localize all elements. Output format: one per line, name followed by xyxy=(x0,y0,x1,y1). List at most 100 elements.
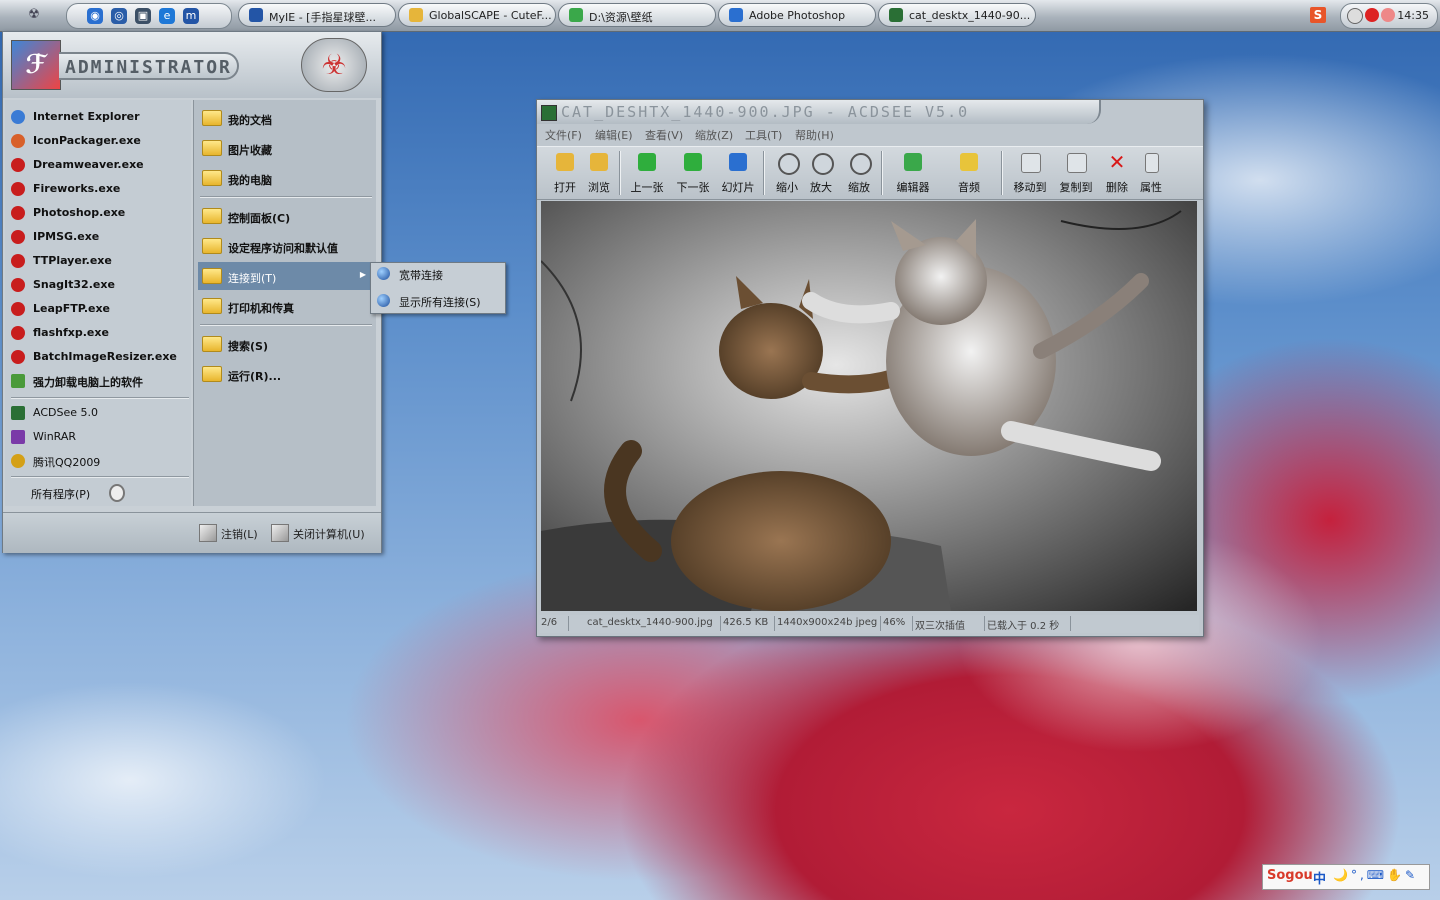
editor-button[interactable]: 编辑器 xyxy=(893,151,933,195)
separator xyxy=(11,476,189,478)
app-icon xyxy=(11,278,25,292)
menu-item-connect-to[interactable]: 连接到(T) ▶ xyxy=(198,262,370,290)
menu-file[interactable]: 文件(F) xyxy=(545,127,582,143)
taskbar-window-label: cat_desktx_1440-90... xyxy=(909,9,1031,22)
power-icon xyxy=(271,524,289,542)
start-menu-footer: 注销(L) 关闭计算机(U) xyxy=(3,512,381,553)
acdsee-window: CAT_DESHTX_1440-900.JPG - ACDSEE V5.0 文件… xyxy=(536,99,1204,637)
acdsee-icon xyxy=(11,406,25,420)
ime-mode-toggle[interactable]: 中 xyxy=(1313,868,1326,887)
system-tray: 14:35 xyxy=(1340,3,1438,29)
desktop-icon[interactable]: ▣ xyxy=(135,8,151,24)
app-icon xyxy=(11,254,25,268)
menu-item-uninstaller[interactable]: 强力卸载电脑上的软件 xyxy=(11,370,191,392)
menu-item-photoshop[interactable]: Photoshop.exe xyxy=(11,202,191,224)
menu-help[interactable]: 帮助(H) xyxy=(795,127,834,143)
menu-item-my-pictures[interactable]: 图片收藏 xyxy=(198,134,370,162)
menu-item-run[interactable]: 运行(R)... xyxy=(198,360,370,388)
all-programs-button[interactable]: 所有程序(P) xyxy=(31,482,211,504)
folder-icon xyxy=(202,336,222,352)
slideshow-button[interactable]: 幻灯片 xyxy=(720,151,756,195)
menu-item-winrar[interactable]: WinRAR xyxy=(11,426,191,448)
start-menu-header: ℱ ADMINISTRATOR ☣ xyxy=(3,32,381,98)
menu-item-control-panel[interactable]: 控制面板(C) xyxy=(198,202,370,230)
menu-item-program-defaults[interactable]: 设定程序访问和默认值 xyxy=(198,232,370,260)
menu-item-printers[interactable]: 打印机和传真 xyxy=(198,292,370,320)
copy-to-button[interactable]: 复制到 xyxy=(1055,151,1097,195)
open-button[interactable]: 打开 xyxy=(547,151,583,195)
myie-icon[interactable]: m xyxy=(183,8,199,24)
menu-item-my-computer[interactable]: 我的电脑 xyxy=(198,164,370,192)
globe-icon[interactable]: ◎ xyxy=(111,8,127,24)
volume-icon[interactable] xyxy=(1347,8,1363,24)
taskbar-window-cuteftp[interactable]: GlobalSCAPE - CuteF... xyxy=(398,3,556,27)
ime-toolbar[interactable]: Sogou 中 🌙°,⌨✋✎ xyxy=(1262,864,1430,890)
taskbar-window-label: MyIE - [手指星球壁... xyxy=(269,11,376,24)
browser-icon[interactable]: ◉ xyxy=(87,8,103,24)
menu-edit[interactable]: 编辑(E) xyxy=(595,127,633,143)
zoom-button[interactable]: 缩放 xyxy=(841,151,877,195)
folder-icon xyxy=(202,268,222,284)
zoom-in-button[interactable]: 放大 xyxy=(803,151,839,195)
qq-icon[interactable] xyxy=(1381,8,1395,22)
menu-item-my-documents[interactable]: 我的文档 xyxy=(198,104,370,132)
menu-item-batchimageresizer[interactable]: BatchImageResizer.exe xyxy=(11,346,191,368)
image-viewer[interactable] xyxy=(541,201,1197,611)
user-avatar[interactable]: ℱ xyxy=(11,40,61,90)
separator xyxy=(619,151,621,195)
separator xyxy=(200,324,372,326)
next-button[interactable]: 下一张 xyxy=(675,151,711,195)
menu-item-dreamweaver[interactable]: Dreamweaver.exe xyxy=(11,154,191,176)
folder-icon xyxy=(202,170,222,186)
menu-zoom[interactable]: 缩放(Z) xyxy=(695,127,733,143)
taskbar-window-myie[interactable]: MyIE - [手指星球壁... xyxy=(238,3,396,27)
zoom-out-button[interactable]: 缩小 xyxy=(769,151,805,195)
taskbar-window-acdsee[interactable]: cat_desktx_1440-90... xyxy=(878,3,1036,27)
menu-view[interactable]: 查看(V) xyxy=(645,127,683,143)
status-index: 2/6 xyxy=(539,616,569,631)
taskbar-window-photoshop[interactable]: Adobe Photoshop xyxy=(718,3,876,27)
title-bar[interactable]: CAT_DESHTX_1440-900.JPG - ACDSEE V5.0 xyxy=(537,100,1101,124)
places-panel: 我的文档 图片收藏 我的电脑 控制面板(C) 设定程序访问和默认值 连接到(T)… xyxy=(193,100,376,506)
status-load-time: 已载入于 0.2 秒 xyxy=(985,616,1071,632)
menu-tools[interactable]: 工具(T) xyxy=(745,127,782,143)
properties-button[interactable]: 属性 xyxy=(1133,151,1169,195)
taskbar-window-folder[interactable]: D:\资源\壁纸 xyxy=(558,3,716,27)
zoom-icon xyxy=(850,153,872,175)
sogou-tray-icon[interactable]: S xyxy=(1310,7,1326,23)
menu-item-search[interactable]: 搜索(S) xyxy=(198,330,370,358)
previous-button[interactable]: 上一张 xyxy=(629,151,665,195)
folder-icon xyxy=(202,238,222,254)
browse-button[interactable]: 浏览 xyxy=(581,151,617,195)
menu-item-acdsee[interactable]: ACDSee 5.0 xyxy=(11,402,191,424)
menu-item-leapftp[interactable]: LeapFTP.exe xyxy=(11,298,191,320)
menu-item-iconpackager[interactable]: IconPackager.exe xyxy=(11,130,191,152)
separator xyxy=(200,196,372,198)
menu-item-show-all-connections[interactable]: 显示所有连接(S) xyxy=(373,290,503,312)
window-title: CAT_DESHTX_1440-900.JPG - ACDSEE V5.0 xyxy=(561,103,970,121)
qq-icon xyxy=(11,454,25,468)
start-button[interactable]: ☢ xyxy=(22,7,46,23)
arrow-right-icon xyxy=(684,153,702,171)
qq-icon[interactable] xyxy=(1365,8,1379,22)
move-to-button[interactable]: 移动到 xyxy=(1009,151,1051,195)
delete-button[interactable]: ✕ 删除 xyxy=(1099,151,1135,195)
pinned-programs: Internet Explorer IconPackager.exe Dream… xyxy=(5,100,191,506)
menu-item-ttplayer[interactable]: TTPlayer.exe xyxy=(11,250,191,272)
menu-item-internet-explorer[interactable]: Internet Explorer xyxy=(11,106,191,128)
folder-icon xyxy=(569,8,583,22)
logoff-icon xyxy=(199,524,217,542)
zoom-in-icon xyxy=(812,153,834,175)
folder-icon xyxy=(202,366,222,382)
audio-button[interactable]: 音频 xyxy=(951,151,987,195)
menu-item-snagit[interactable]: SnagIt32.exe xyxy=(11,274,191,296)
menu-item-ipmsg[interactable]: IPMSG.exe xyxy=(11,226,191,248)
ime-tools[interactable]: 🌙°,⌨✋✎ xyxy=(1333,868,1418,882)
folder-icon xyxy=(202,298,222,314)
menu-item-broadband[interactable]: 宽带连接 xyxy=(373,263,503,285)
menu-item-fireworks[interactable]: Fireworks.exe xyxy=(11,178,191,200)
menu-item-qq[interactable]: 腾讯QQ2009 xyxy=(11,450,191,472)
menu-item-flashfxp[interactable]: flashfxp.exe xyxy=(11,322,191,344)
app-icon xyxy=(11,158,25,172)
ie-icon[interactable]: e xyxy=(159,8,175,24)
